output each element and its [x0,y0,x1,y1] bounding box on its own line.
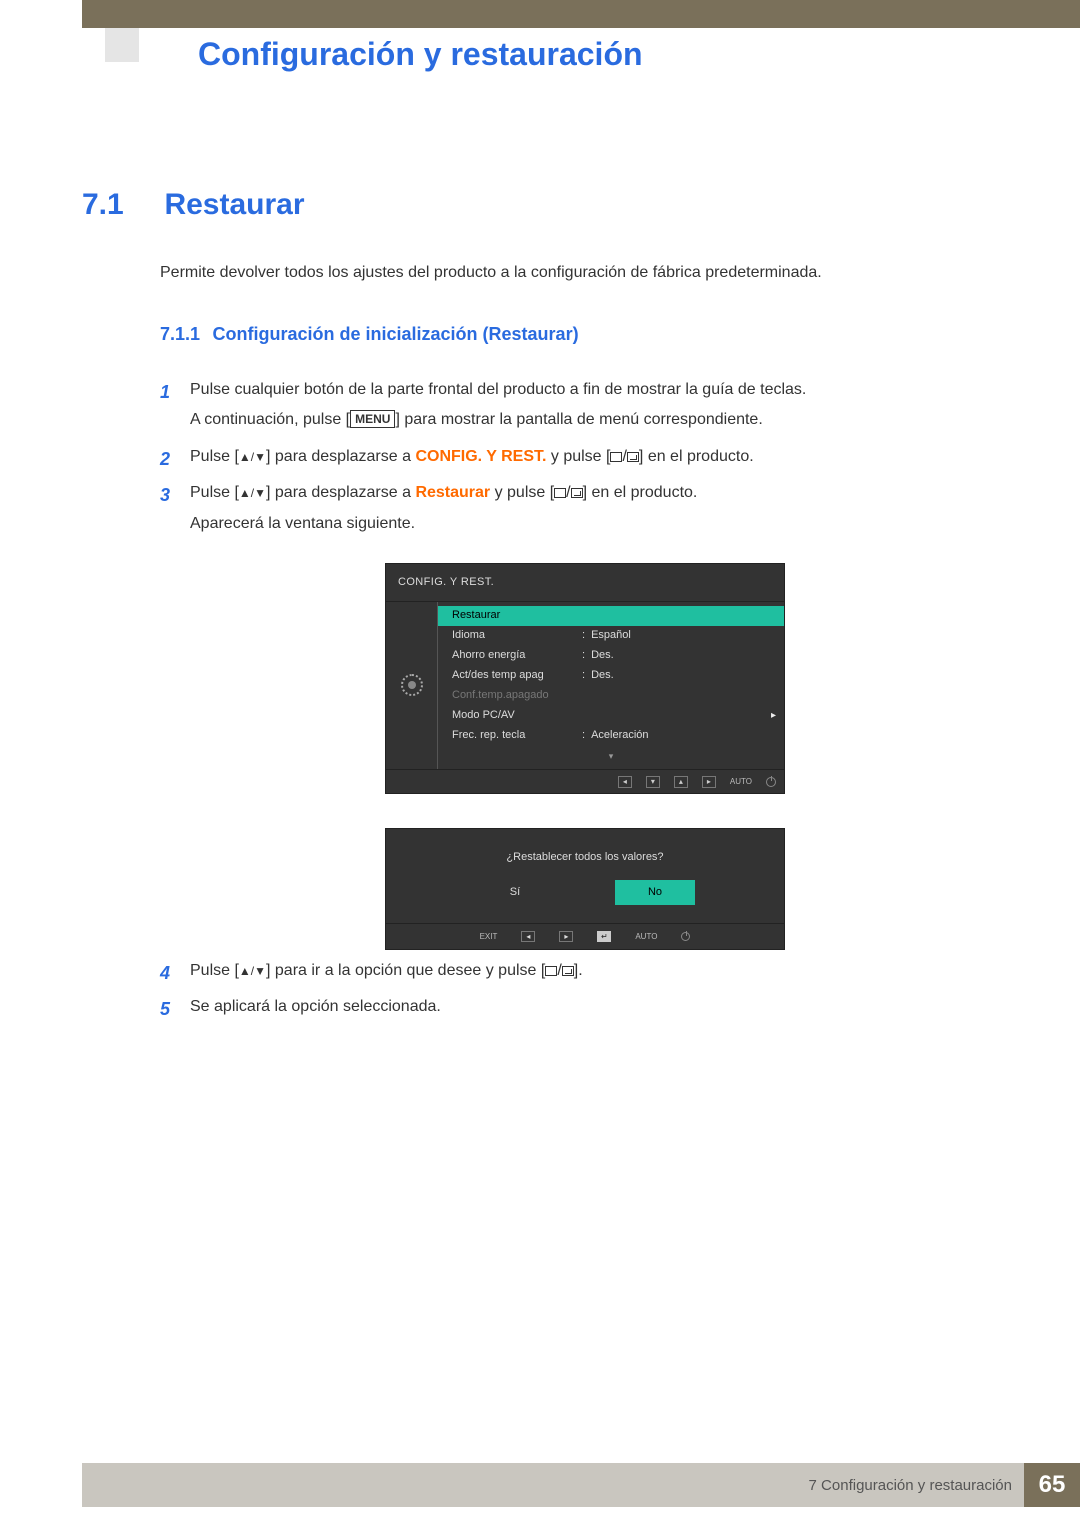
osd-option-yes: Sí [475,880,555,905]
step-number: 4 [160,956,170,990]
osd2-footer: EXIT ◂ ▸ ↵ AUTO [386,923,784,949]
step-2-a: Pulse [ [190,448,239,465]
left-icon: ◂ [521,931,535,942]
auto-label: AUTO [730,774,752,789]
step-3: 3 Pulse [▲/▼] para desplazarse a Restaur… [160,478,1020,950]
intro-text: Permite devolver todos los ajustes del p… [160,264,1020,282]
osd-icon-column [386,602,438,769]
step-2: 2 Pulse [▲/▼] para desplazarse a CONFIG.… [160,442,1020,472]
step-5: 5 Se aplicará la opción seleccionada. [160,992,1020,1022]
menu-key: MENU [350,410,395,428]
power-icon [766,777,776,787]
source-icon [545,966,557,976]
osd-option-no: No [615,880,695,905]
right-icon: ▸ [559,931,573,942]
osd-label: Restaurar [452,605,582,626]
steps-list: 1 Pulse cualquier botón de la parte fron… [160,375,1020,1023]
osd-value: Des. [591,665,774,686]
step-1b-a: A continuación, pulse [ [190,411,350,428]
step-1: 1 Pulse cualquier botón de la parte fron… [160,375,1020,436]
enter-icon [627,452,639,462]
scroll-down-icon: ▾ [438,746,784,765]
step-3-e: Aparecerá la ventana siguiente. [190,515,415,532]
osd-label: Act/des temp apag [452,665,582,686]
step-3-b: ] para desplazarse a [266,484,415,501]
step-3-d: ] en el producto. [583,484,698,501]
step-3-a: Pulse [ [190,484,239,501]
step-3-c: y pulse [ [490,484,554,501]
step-1-text: Pulse cualquier botón de la parte fronta… [190,381,806,398]
up-down-icon: ▲/▼ [239,450,266,464]
osd-label: Frec. rep. tecla [452,725,582,746]
osd-value: Aceleración [591,725,774,746]
page-number: 65 [1024,1463,1080,1507]
step-4-a: Pulse [ [190,962,239,979]
enter-icon [571,488,583,498]
step-4-b: ] para ir a la opción que desee y pulse … [266,962,545,979]
enter-icon [562,966,574,976]
step-4-c: ]. [574,962,583,979]
osd-row-temp-apag: Act/des temp apag:Des. [438,666,784,686]
osd-label: Conf.temp.apagado [452,685,582,706]
section-heading: 7.1 Restaurar [82,188,1020,222]
osd-label: Idioma [452,625,582,646]
osd-footer: ◂ ▾ ▴ ▸ AUTO [386,770,784,793]
step-2-b: ] para desplazarse a [266,448,415,465]
step-number: 1 [160,375,170,409]
osd-row-pcav: Modo PC/AV [438,706,784,726]
subsection-number: 7.1.1 [160,324,200,344]
right-icon: ▸ [702,776,716,788]
down-icon: ▾ [646,776,660,788]
auto-label: AUTO [635,929,657,944]
section-title: Restaurar [164,188,304,221]
top-bar [82,0,1080,28]
page-footer: 7 Configuración y restauración 65 [82,1463,1080,1507]
exit-label: EXIT [480,929,498,944]
footer-chapter-label: 7 Configuración y restauración [809,1477,1012,1494]
osd-row-ahorro: Ahorro energía:Des. [438,646,784,666]
osd-confirm-question: ¿Restablecer todos los valores? [386,829,784,880]
source-icon [554,488,566,498]
osd-label: Ahorro energía [452,645,582,666]
up-icon: ▴ [674,776,688,788]
osd-row-frec: Frec. rep. tecla:Aceleración [438,726,784,746]
up-down-icon: ▲/▼ [239,964,266,978]
step-number: 3 [160,478,170,512]
subsection-title: Configuración de inicialización (Restaur… [213,324,579,344]
osd-value: Español [591,625,774,646]
osd-label: Modo PC/AV [452,705,582,726]
step-number: 5 [160,992,170,1026]
osd-row-conf-temp: Conf.temp.apagado [438,686,784,706]
enter-icon: ↵ [597,931,611,942]
gear-icon [401,674,423,696]
section-number: 7.1 [82,188,160,222]
osd-row-idioma: Idioma:Español [438,626,784,646]
step-4: 4 Pulse [▲/▼] para ir a la opción que de… [160,956,1020,986]
osd-row-restaurar: Restaurar [438,606,784,626]
up-down-icon: ▲/▼ [239,486,266,500]
osd-screenshot-2: ¿Restablecer todos los valores? Sí No EX… [385,828,785,950]
left-icon: ◂ [618,776,632,788]
caret-right-icon: ▸ [771,706,776,725]
osd-header: CONFIG. Y REST. [386,564,784,601]
chapter-title: Configuración y restauración [198,36,643,73]
osd-screenshot-1: CONFIG. Y REST. Restaurar Idioma:Español… [385,563,1020,794]
section-body: 7.1 Restaurar Permite devolver todos los… [82,188,1020,1029]
step-5-text: Se aplicará la opción seleccionada. [190,998,441,1015]
power-icon [681,932,690,941]
osd-value: Des. [591,645,774,666]
chapter-tab [105,28,139,62]
step-2-c: y pulse [ [546,448,610,465]
source-icon [610,452,622,462]
config-rest-label: CONFIG. Y REST. [415,448,546,465]
step-number: 2 [160,442,170,476]
subsection-heading: 7.1.1 Configuración de inicialización (R… [160,324,1020,345]
step-2-d: ] en el producto. [639,448,754,465]
osd-menu-list: Restaurar Idioma:Español Ahorro energía:… [438,602,784,769]
restaurar-label: Restaurar [415,484,490,501]
step-1b-b: ] para mostrar la pantalla de menú corre… [395,411,762,428]
